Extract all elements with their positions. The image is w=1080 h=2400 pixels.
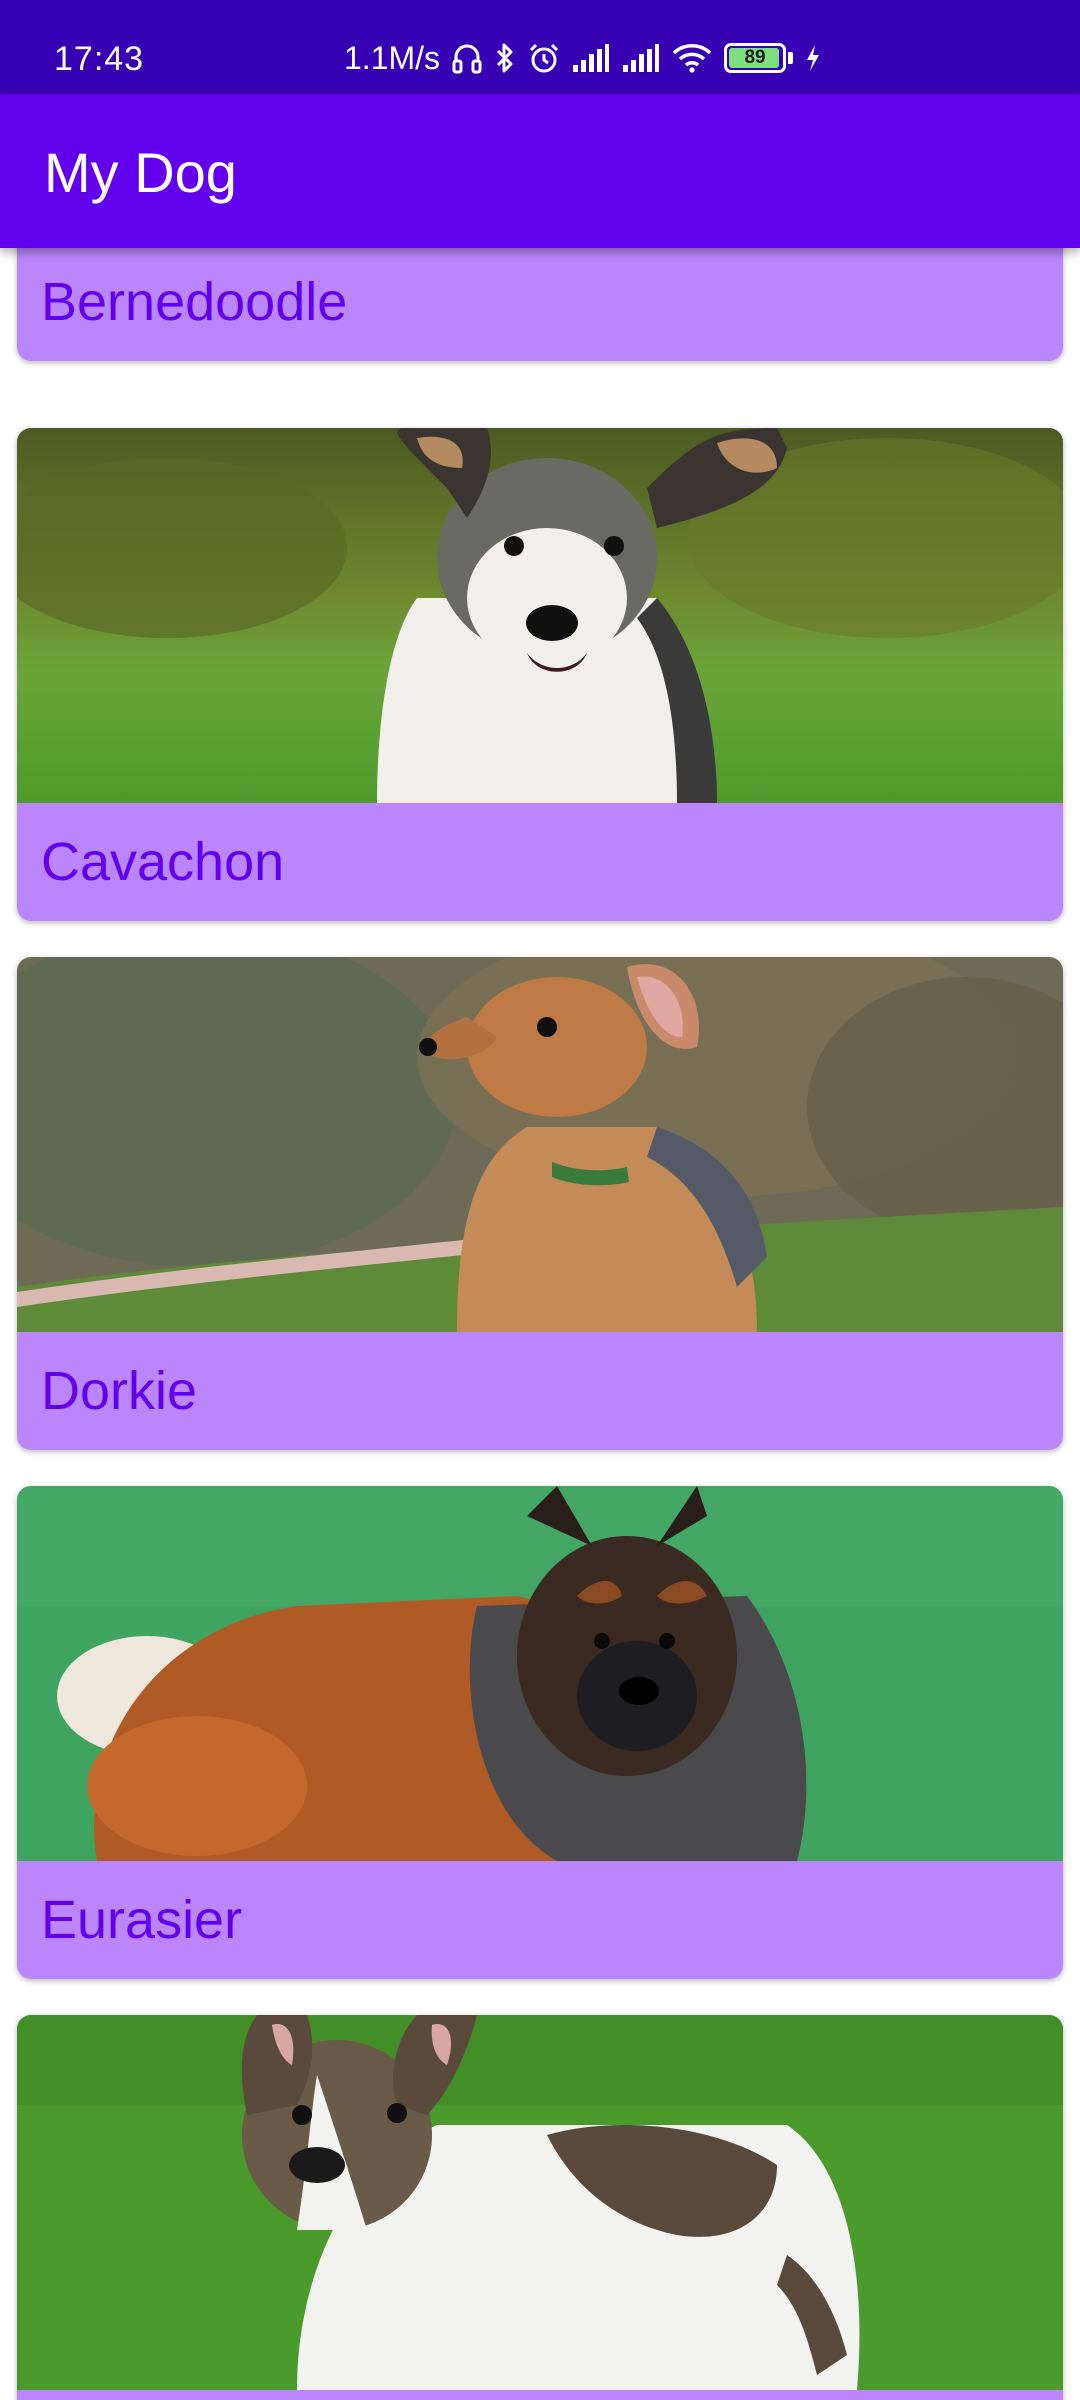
- status-bar: 17:43 1.1M/s 89: [0, 0, 1080, 94]
- dog-name: Bernedoodle: [41, 272, 348, 332]
- bluetooth-icon: [494, 42, 516, 74]
- charging-icon: [805, 44, 821, 72]
- dog-card-bernedoodle[interactable]: Bernedoodle: [17, 248, 1063, 361]
- battery-level: 89: [744, 47, 766, 68]
- dog-name: [17, 2390, 1063, 2400]
- dog-photo: [17, 957, 1063, 1332]
- battery-icon: 89: [724, 43, 787, 73]
- dog-card-dorkie[interactable]: Dorkie: [17, 957, 1063, 1450]
- dog-photo: [17, 1486, 1063, 1861]
- headphones-icon: [452, 42, 482, 74]
- dog-name: Eurasier: [41, 1890, 243, 1950]
- status-icons: 1.1M/s 89: [344, 36, 821, 80]
- battery-cap: [788, 52, 794, 64]
- status-time: 17:43: [54, 40, 145, 78]
- dog-name: Dorkie: [41, 1361, 198, 1421]
- network-speed: 1.1M/s: [344, 39, 441, 76]
- dog-photo: [17, 2015, 1063, 2390]
- dog-card-eurasier[interactable]: Eurasier: [17, 1486, 1063, 1979]
- dog-card-cavachon[interactable]: Cavachon: [17, 428, 1063, 921]
- dog-card-french-bulldog[interactable]: [17, 2015, 1063, 2400]
- app-title: My Dog: [44, 141, 237, 204]
- dog-list[interactable]: Bernedoodle Cavachon Dorkie Eurasier: [0, 248, 1080, 2400]
- wifi-icon: [672, 43, 712, 73]
- app-bar: My Dog: [0, 94, 1080, 248]
- signal-icon: [622, 43, 660, 73]
- alarm-icon: [528, 42, 560, 74]
- dog-name: Cavachon: [41, 832, 285, 892]
- signal-icon: [572, 43, 610, 73]
- dog-photo: [17, 428, 1063, 803]
